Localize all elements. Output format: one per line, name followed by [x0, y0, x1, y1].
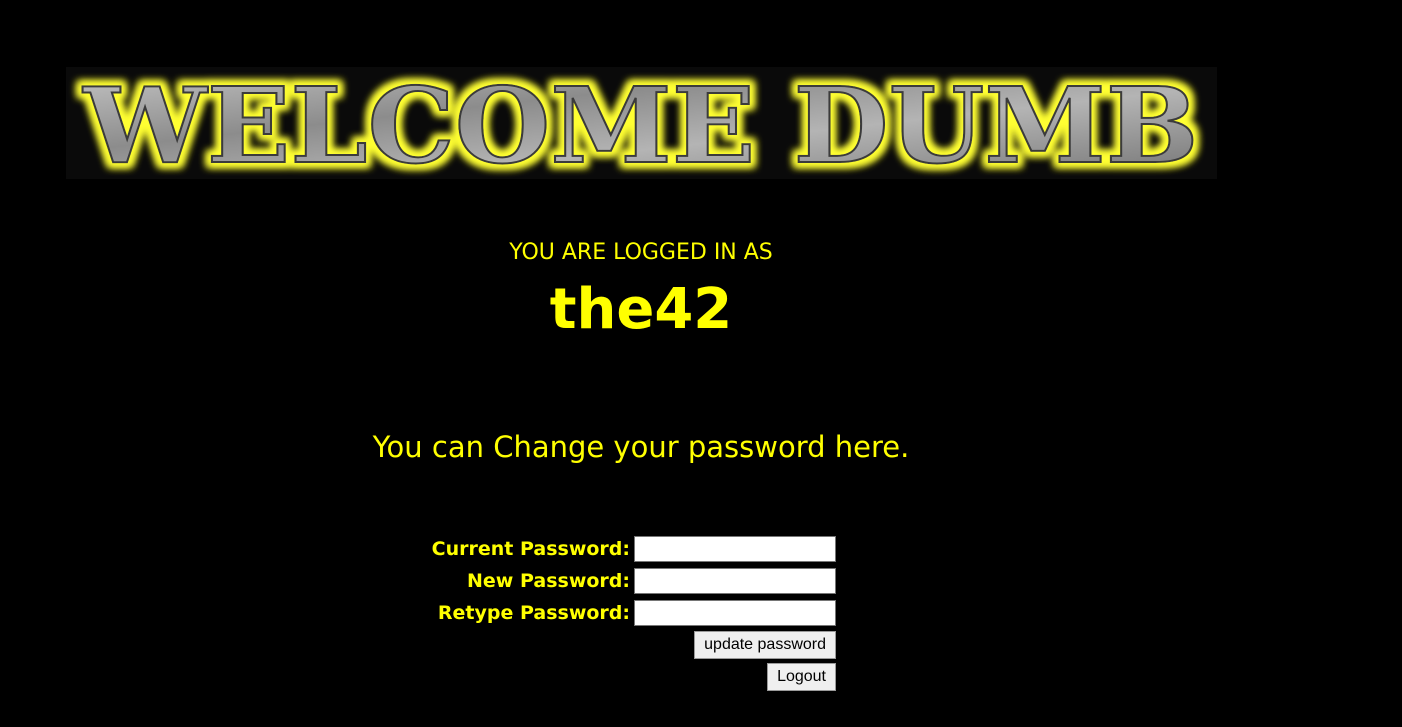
logout-button-row: Logout [380, 661, 840, 693]
new-password-row: New Password: [380, 565, 840, 597]
username: the42 [549, 277, 733, 342]
new-password-label: New Password: [467, 570, 630, 592]
retype-password-input[interactable] [634, 600, 836, 626]
logged-in-label: YOU ARE LOGGED IN AS [509, 240, 773, 265]
retype-password-label: Retype Password: [437, 602, 630, 624]
welcome-banner: WELCOME DUMB [66, 67, 1217, 179]
current-password-row: Current Password: [380, 533, 840, 565]
change-password-message: You can Change your password here. [372, 430, 910, 464]
current-password-label: Current Password: [431, 538, 630, 560]
update-button-row: update password [380, 629, 840, 661]
new-password-input[interactable] [634, 568, 836, 594]
update-password-button[interactable]: update password [694, 631, 836, 659]
current-password-input[interactable] [634, 536, 836, 562]
logout-button[interactable]: Logout [767, 663, 836, 691]
welcome-banner-logo: WELCOME DUMB [81, 67, 1199, 179]
retype-password-row: Retype Password: [380, 597, 840, 629]
change-password-form: Current Password: New Password: Retype P… [380, 533, 840, 693]
welcome-banner-text: WELCOME DUMB [82, 67, 1198, 179]
